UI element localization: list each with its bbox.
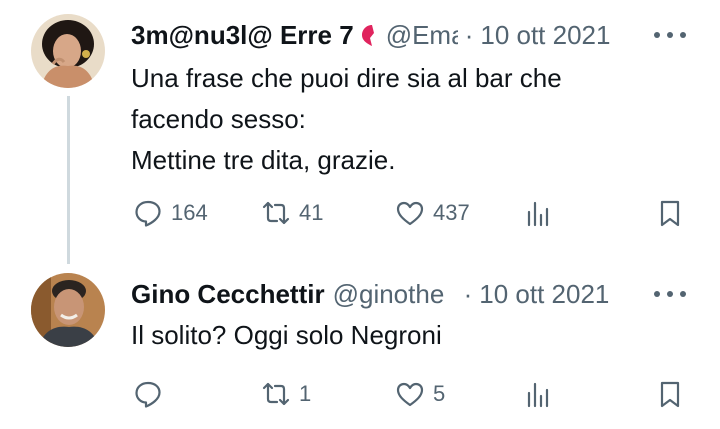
tweet-2-header: Gino Cecchettir @ginothe · 10 ott 2021 bbox=[131, 276, 609, 312]
reply-count: 164 bbox=[171, 200, 208, 225]
avatar-image-woman bbox=[31, 14, 105, 88]
display-name[interactable]: 3m@nu3l@ Erre 7 bbox=[131, 20, 354, 51]
retweet-button[interactable]: 1 bbox=[261, 377, 311, 411]
retweet-button[interactable]: 41 bbox=[261, 196, 323, 230]
bookmark-button[interactable] bbox=[655, 196, 685, 230]
bookmark-button[interactable] bbox=[655, 377, 685, 411]
retweet-arrows-icon bbox=[262, 382, 290, 406]
text-line: Il solito? Oggi solo Negroni bbox=[131, 320, 442, 350]
ellipsis-icon[interactable] bbox=[654, 30, 686, 40]
retweet-arrows-icon bbox=[262, 201, 290, 225]
text-line: Mettine tre dita, grazie. bbox=[131, 145, 396, 175]
text-line: facendo sesso: bbox=[131, 104, 306, 134]
retweet-count: 1 bbox=[299, 381, 312, 406]
like-count: 5 bbox=[433, 381, 446, 406]
bar-chart-icon bbox=[527, 201, 549, 227]
retweet-count: 41 bbox=[299, 200, 324, 225]
like-button[interactable]: 5 bbox=[395, 377, 445, 411]
tweet-2-text: Il solito? Oggi solo Negroni bbox=[131, 315, 442, 356]
tweet-1-text: Una frase che puoi dire sia al bar che f… bbox=[131, 58, 562, 181]
views-button[interactable] bbox=[523, 196, 553, 230]
tweet-2-actions: 1 5 bbox=[131, 377, 691, 411]
display-name[interactable]: Gino Cecchettir bbox=[131, 279, 325, 310]
timestamp[interactable]: 10 ott 2021 bbox=[479, 279, 609, 310]
timestamp[interactable]: 10 ott 2021 bbox=[480, 20, 610, 51]
reply-button[interactable]: 164 bbox=[133, 196, 208, 230]
tweet-1-actions: 164 41 437 bbox=[131, 196, 691, 230]
speech-bubble-icon bbox=[135, 200, 161, 227]
bookmark-icon bbox=[660, 200, 680, 227]
avatar-tweet-1[interactable] bbox=[31, 14, 105, 88]
separator: · bbox=[464, 19, 474, 50]
like-button[interactable]: 437 bbox=[395, 196, 470, 230]
handle[interactable]: @ginothe bbox=[333, 279, 457, 310]
reply-button[interactable] bbox=[133, 377, 171, 411]
bookmark-icon bbox=[660, 381, 680, 408]
text-line: Una frase che puoi dire sia al bar che bbox=[131, 63, 562, 93]
heart-outline-icon bbox=[396, 201, 424, 226]
views-button[interactable] bbox=[523, 377, 553, 411]
avatar-tweet-2[interactable] bbox=[31, 273, 105, 347]
red-heart-icon bbox=[360, 23, 378, 47]
heart-outline-icon bbox=[396, 382, 424, 407]
handle[interactable]: @Ema bbox=[386, 20, 458, 51]
like-count: 437 bbox=[433, 200, 470, 225]
thread-connector-line bbox=[67, 96, 70, 264]
ellipsis-icon[interactable] bbox=[654, 289, 686, 299]
avatar-image-man bbox=[31, 273, 105, 347]
speech-bubble-icon bbox=[135, 381, 161, 408]
separator: · bbox=[463, 278, 473, 309]
tweet-1-header: 3m@nu3l@ Erre 7 @Ema · 10 ott 2021 bbox=[131, 17, 610, 53]
bar-chart-icon bbox=[527, 382, 549, 408]
